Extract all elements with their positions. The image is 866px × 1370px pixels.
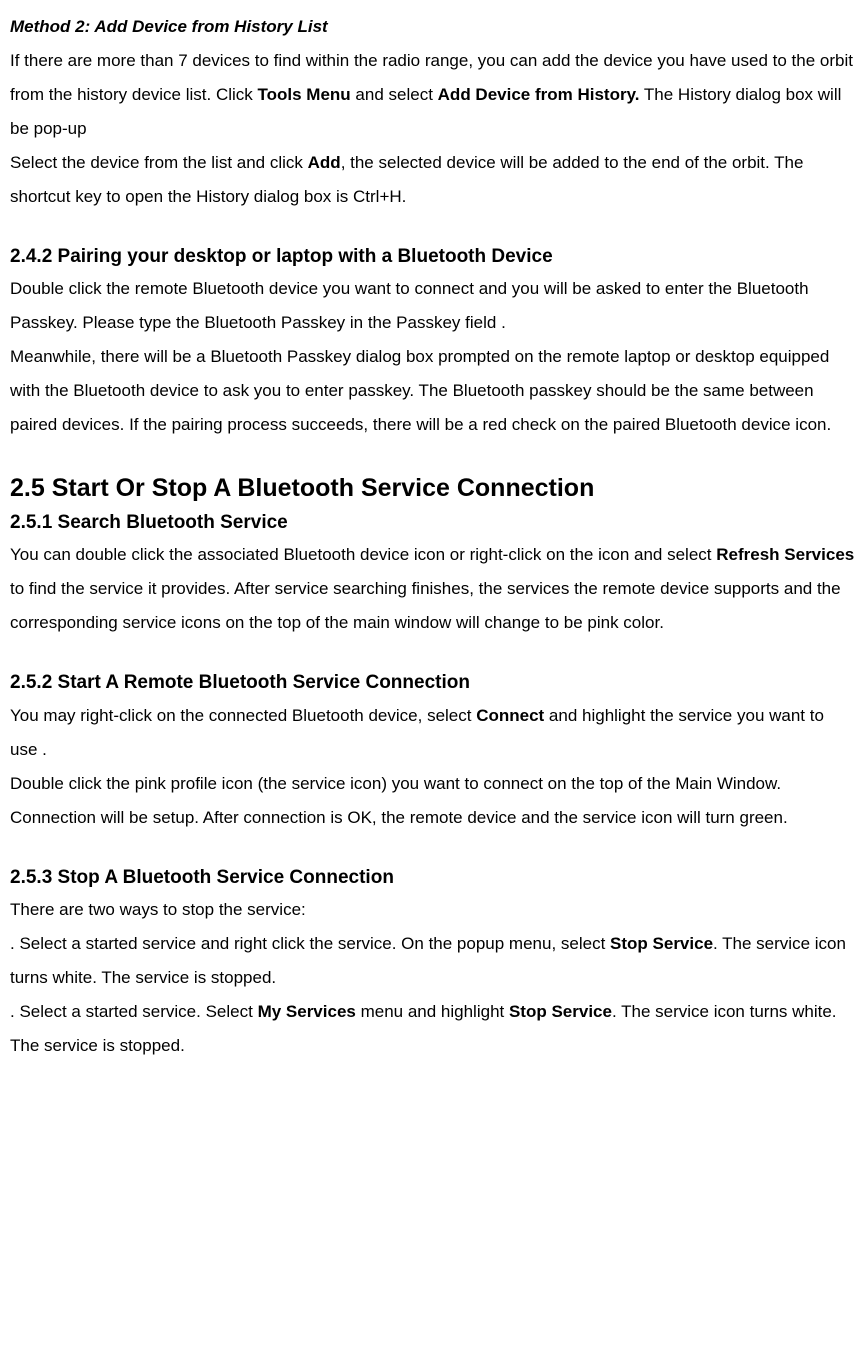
text: Select the device from the list and clic…: [10, 153, 308, 172]
add-device-from-history-label: Add Device from History.: [438, 85, 640, 104]
s252-paragraph-1: You may right-click on the connected Blu…: [10, 699, 856, 767]
text: and select: [351, 85, 438, 104]
method2-paragraph-1: If there are more than 7 devices to find…: [10, 44, 856, 146]
section-2-5-3-heading: 2.5.3 Stop A Bluetooth Service Connectio…: [10, 863, 856, 893]
tools-menu-label: Tools Menu: [258, 85, 351, 104]
s242-paragraph-2: Meanwhile, there will be a Bluetooth Pas…: [10, 340, 856, 442]
text: to find the service it provides. After s…: [10, 579, 841, 632]
section-2-5-1-heading: 2.5.1 Search Bluetooth Service: [10, 508, 856, 538]
method2-paragraph-2: Select the device from the list and clic…: [10, 146, 856, 214]
stop-service-label-2: Stop Service: [509, 1002, 612, 1021]
s252-paragraph-3: Connection will be setup. After connecti…: [10, 801, 856, 835]
s251-paragraph-1: You can double click the associated Blue…: [10, 538, 856, 640]
method-2-heading: Method 2: Add Device from History List: [10, 10, 856, 44]
s253-list-item-2: . Select a started service. Select My Se…: [10, 995, 856, 1063]
s253-paragraph-1: There are two ways to stop the service:: [10, 893, 856, 927]
text: You may right-click on the connected Blu…: [10, 706, 476, 725]
section-2-4-2-heading: 2.4.2 Pairing your desktop or laptop wit…: [10, 242, 856, 272]
my-services-label: My Services: [258, 1002, 356, 1021]
section-2-5-2-heading: 2.5.2 Start A Remote Bluetooth Service C…: [10, 668, 856, 698]
text: . Select a started service. Select: [10, 1002, 258, 1021]
refresh-services-label: Refresh Services: [716, 545, 854, 564]
s253-list-item-1: . Select a started service and right cli…: [10, 927, 856, 995]
stop-service-label: Stop Service: [610, 934, 713, 953]
connect-label: Connect: [476, 706, 544, 725]
add-button-label: Add: [308, 153, 341, 172]
text: . Select a started service and right cli…: [10, 934, 610, 953]
text: You can double click the associated Blue…: [10, 545, 716, 564]
text: menu and highlight: [356, 1002, 509, 1021]
s242-paragraph-1: Double click the remote Bluetooth device…: [10, 272, 856, 340]
s252-paragraph-2: Double click the pink profile icon (the …: [10, 767, 856, 801]
section-2-5-heading: 2.5 Start Or Stop A Bluetooth Service Co…: [10, 470, 856, 508]
